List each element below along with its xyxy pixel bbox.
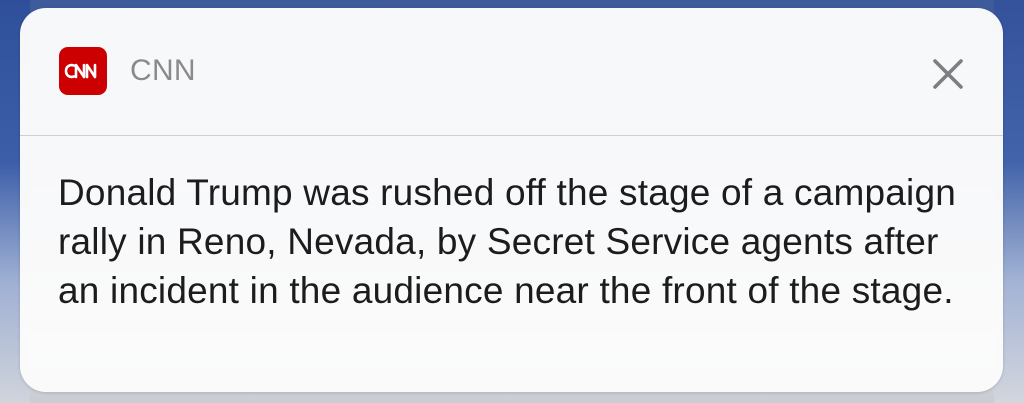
notification-card[interactable]: CNN Donald Trump was rushed off the stag… — [20, 8, 1003, 392]
close-icon[interactable] — [926, 52, 970, 96]
header-divider — [20, 135, 1003, 136]
notification-header: CNN — [20, 8, 1003, 135]
close-button[interactable] — [926, 52, 970, 96]
app-name: CNN — [130, 54, 196, 87]
cnn-logo-icon — [64, 63, 97, 79]
cnn-app-icon — [59, 47, 107, 95]
notification-message: Donald Trump was rushed off the stage of… — [58, 172, 957, 311]
